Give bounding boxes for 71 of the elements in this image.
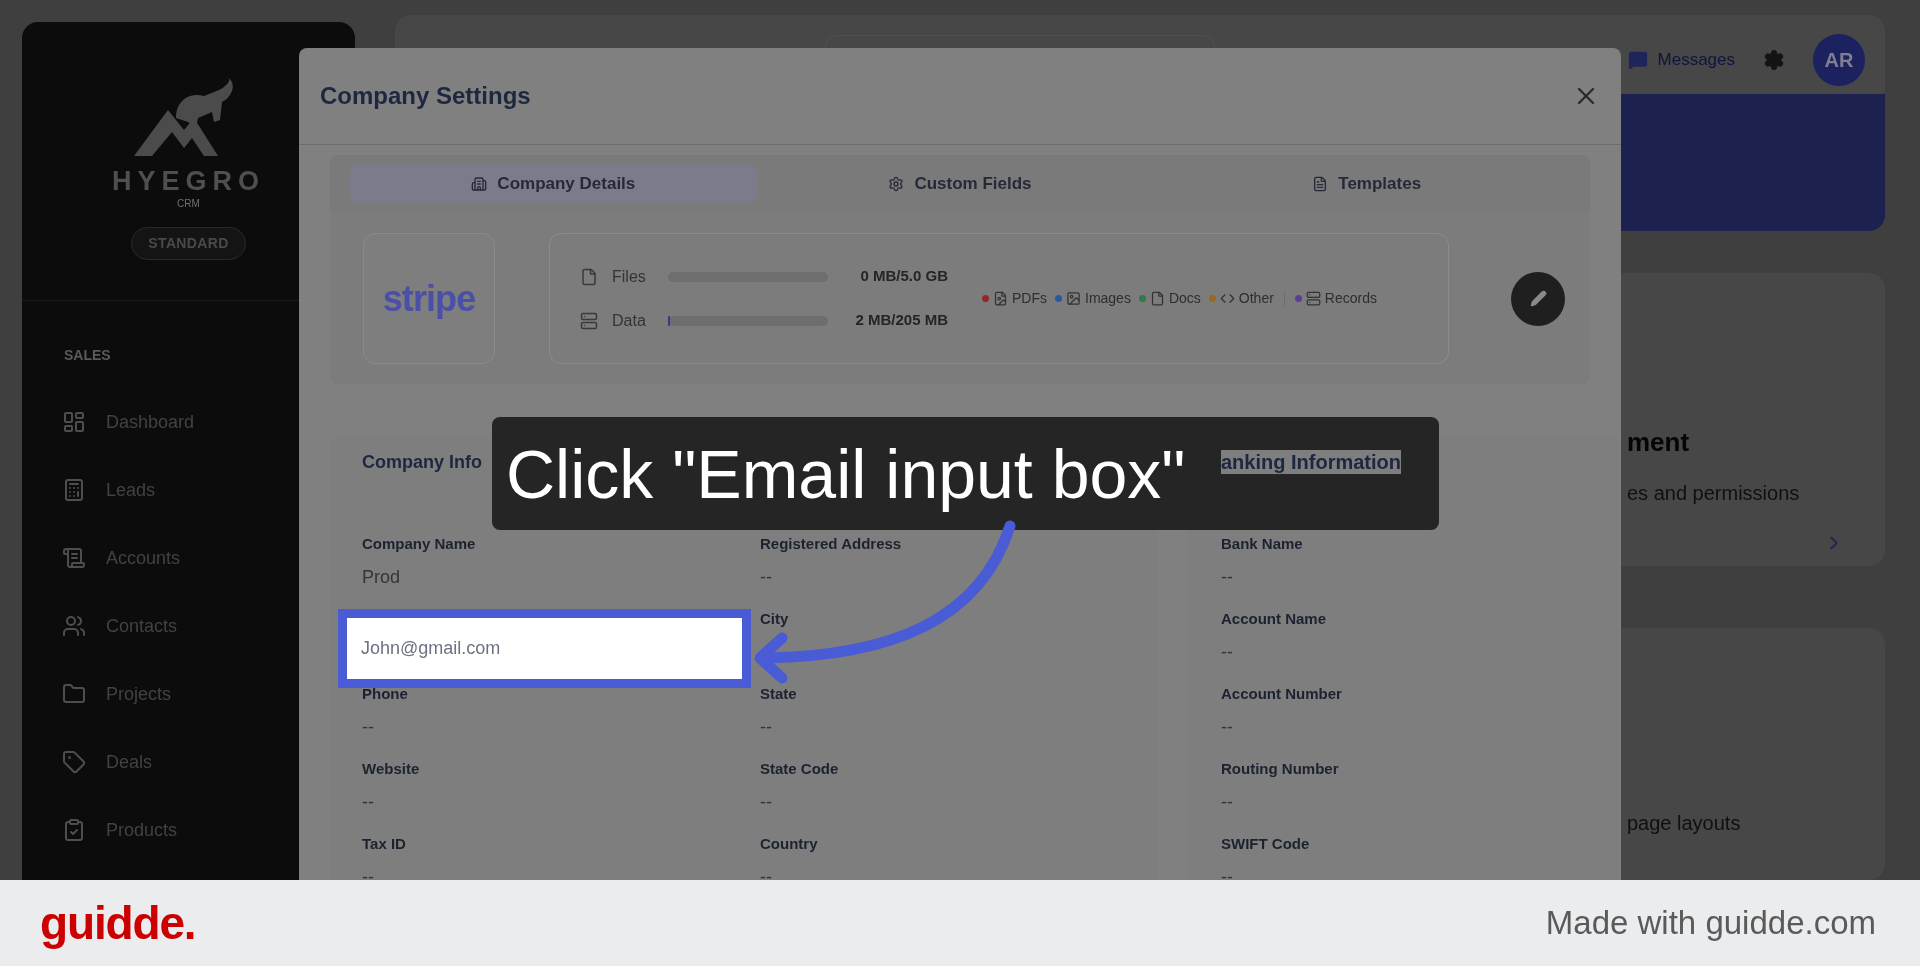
field-value: -- <box>1221 641 1233 663</box>
logo-subtitle: CRM <box>177 199 200 209</box>
dashboard-icon <box>62 410 86 434</box>
legend-label: Records <box>1324 289 1377 308</box>
field-value: -- <box>1221 791 1233 813</box>
field-value: -- <box>1221 566 1233 588</box>
field-label: City <box>760 609 789 629</box>
field-value: -- <box>760 866 772 880</box>
field-label: Tax ID <box>362 834 406 854</box>
field-label: Account Name <box>1221 609 1327 629</box>
edit-button[interactable] <box>1511 271 1565 326</box>
dialog-title: Company Settings <box>320 81 531 111</box>
field-label: Company Name <box>362 534 476 554</box>
file-icon <box>580 267 598 286</box>
server-icon <box>580 311 598 330</box>
people-icon <box>62 614 86 638</box>
field-value: Prod <box>362 566 401 588</box>
server-icon <box>1305 291 1321 306</box>
tag-icon <box>62 750 86 774</box>
message-icon <box>1627 49 1648 70</box>
field-label: Account Number <box>1221 684 1342 704</box>
field-value: -- <box>760 791 772 813</box>
building-icon <box>471 176 488 192</box>
messages-button[interactable]: Messages <box>1627 46 1735 73</box>
field-label: State <box>760 684 797 704</box>
storage-label: Files <box>612 266 647 287</box>
legend-label: Docs <box>1168 289 1201 308</box>
image-icon <box>1066 291 1081 306</box>
field-value: -- <box>1221 866 1233 880</box>
section-title: anking Information <box>1221 450 1401 474</box>
storage-label: Data <box>612 310 647 331</box>
document-icon <box>1149 291 1165 306</box>
field-value: -- <box>362 866 374 880</box>
footer-credit: Made with guidde.com <box>1545 903 1876 944</box>
tab[interactable]: Company Details <box>350 164 757 204</box>
field-label: Routing Number <box>1221 759 1339 779</box>
pencil-icon <box>1529 290 1547 307</box>
field-value: -- <box>760 716 772 738</box>
receipt-icon <box>62 546 86 570</box>
storage-reading: 0 MB/5.0 GB <box>859 266 948 287</box>
storage-reading: 2 MB/205 MB <box>854 310 948 331</box>
code-icon <box>1219 291 1235 306</box>
legend-label: Other <box>1238 289 1274 308</box>
field-label: State Code <box>760 759 839 779</box>
clipboard-icon <box>62 818 86 842</box>
settings-icon[interactable] <box>1763 48 1785 71</box>
email-field[interactable]: John@gmail.com <box>338 609 751 688</box>
section-heading: SALES <box>64 346 112 365</box>
avatar[interactable]: AR <box>1813 33 1865 86</box>
field-value: -- <box>362 791 374 813</box>
field-value: -- <box>362 716 374 738</box>
gear-icon <box>888 176 905 192</box>
card-description: page layouts <box>1627 811 1742 837</box>
legend-label: Images <box>1085 289 1131 308</box>
tab[interactable]: Custom Fields <box>756 164 1164 204</box>
field-value: -- <box>1221 716 1233 738</box>
pdf-icon <box>993 291 1008 306</box>
calculator-icon <box>62 478 86 502</box>
field-value: -- <box>760 566 772 588</box>
field-label: Country <box>760 834 818 854</box>
field-label: SWIFT Code <box>1221 834 1310 854</box>
field-label: Bank Name <box>1221 534 1303 554</box>
card-description: es and permissions <box>1627 481 1801 507</box>
tab[interactable]: Templates <box>1163 164 1570 204</box>
document-icon <box>1312 176 1329 192</box>
logo-text: HYEGRO <box>112 168 265 195</box>
field-label: Website <box>362 759 420 779</box>
legend-label: PDFs <box>1012 289 1047 308</box>
card-title: ment <box>1627 426 1691 460</box>
folder-icon <box>62 682 86 706</box>
field-label: Registered Address <box>760 534 902 554</box>
